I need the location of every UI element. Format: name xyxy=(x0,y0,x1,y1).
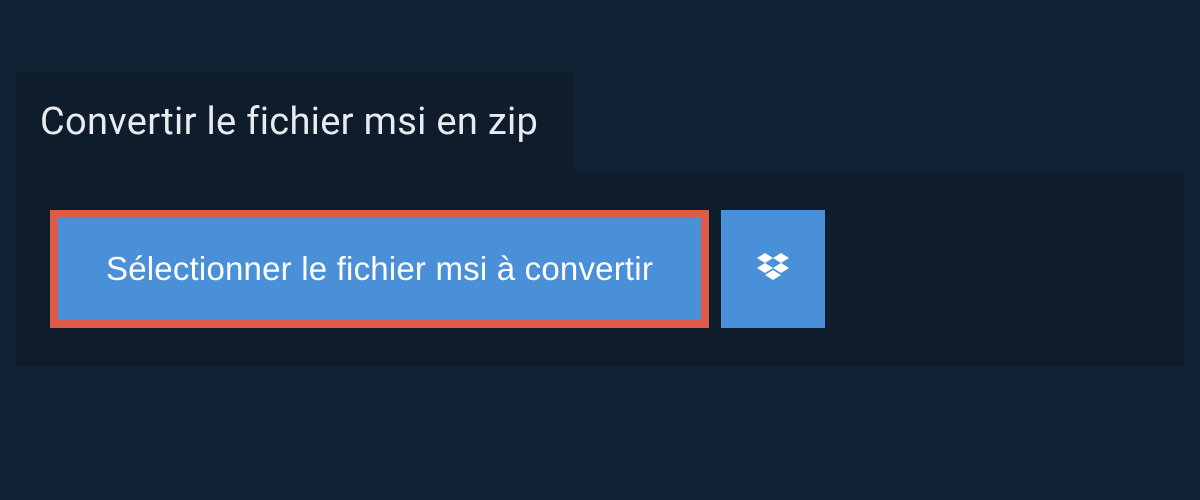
dropbox-icon xyxy=(753,249,793,289)
dropbox-button[interactable] xyxy=(721,210,825,328)
converter-panel: Sélectionner le fichier msi à convertir xyxy=(16,172,1184,366)
page-title: Convertir le fichier msi en zip xyxy=(40,100,538,144)
select-file-highlight: Sélectionner le fichier msi à convertir xyxy=(50,210,709,328)
select-file-button[interactable]: Sélectionner le fichier msi à convertir xyxy=(58,218,701,320)
page-header: Convertir le fichier msi en zip xyxy=(16,72,574,172)
button-row: Sélectionner le fichier msi à convertir xyxy=(50,210,874,328)
